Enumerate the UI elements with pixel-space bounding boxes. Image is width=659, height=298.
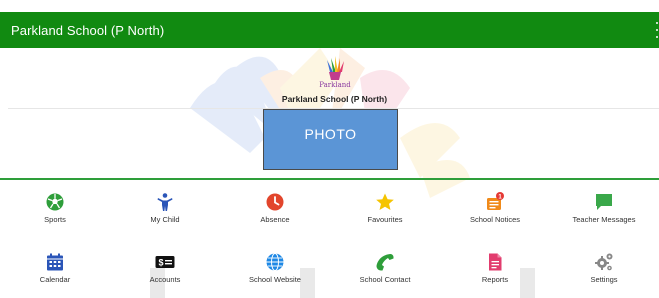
gears-icon bbox=[595, 253, 613, 271]
menu-tile-school-contact[interactable]: School Contact bbox=[330, 242, 440, 296]
app-bar: Parkland School (P North) bbox=[0, 12, 659, 48]
clock-icon bbox=[266, 193, 284, 211]
menu-tile-sports[interactable]: Sports bbox=[0, 182, 110, 236]
menu-tile-my-child[interactable]: My Child bbox=[110, 182, 220, 236]
menu-label: Teacher Messages bbox=[572, 215, 636, 224]
chat-icon bbox=[596, 194, 612, 210]
phone-icon bbox=[376, 254, 394, 271]
menu-label: Accounts bbox=[149, 275, 181, 284]
menu-tile-absence[interactable]: Absence bbox=[220, 182, 330, 236]
section-divider bbox=[0, 178, 659, 180]
menu-label: School Website bbox=[249, 275, 301, 284]
menu-tile-favourites[interactable]: Favourites bbox=[330, 182, 440, 236]
menu-tile-teacher-messages[interactable]: Teacher Messages bbox=[549, 182, 659, 236]
notices-icon: 1 bbox=[487, 192, 504, 210]
menu-tile-settings[interactable]: Settings bbox=[549, 242, 659, 296]
menu-tile-reports[interactable]: Reports bbox=[440, 242, 550, 296]
menu-label: My Child bbox=[150, 215, 180, 224]
report-icon bbox=[489, 253, 502, 271]
school-name: Parkland School (P North) bbox=[281, 94, 388, 104]
menu-label: School Notices bbox=[469, 215, 521, 224]
status-strip bbox=[0, 0, 659, 12]
child-icon bbox=[157, 193, 173, 211]
logo-text: Parkland bbox=[319, 81, 351, 89]
menu-label: School Contact bbox=[359, 275, 411, 284]
calendar-icon bbox=[47, 253, 63, 271]
svg-text:$: $ bbox=[158, 258, 163, 268]
menu-tile-school-website[interactable]: School Website bbox=[220, 242, 330, 296]
money-icon: $ bbox=[155, 256, 175, 268]
soccer-ball-icon bbox=[46, 193, 64, 211]
star-icon bbox=[376, 193, 394, 210]
menu-tile-calendar[interactable]: Calendar bbox=[0, 242, 110, 296]
menu-label: Favourites bbox=[367, 215, 403, 224]
menu-label: Settings bbox=[590, 275, 618, 284]
menu-grid: Sports My Child Absence Favourites 1 Sch… bbox=[0, 182, 659, 298]
menu-label: Calendar bbox=[39, 275, 71, 284]
menu-label: Sports bbox=[44, 215, 66, 224]
school-logo: Parkland bbox=[318, 54, 352, 92]
menu-tile-school-notices[interactable]: 1 School Notices bbox=[440, 182, 550, 236]
overflow-menu-icon[interactable] bbox=[655, 22, 659, 38]
menu-label: Reports bbox=[481, 275, 509, 284]
photo-label: PHOTO bbox=[304, 126, 357, 142]
school-photo-placeholder: PHOTO bbox=[263, 109, 398, 170]
school-header: Parkland Parkland School (P North) bbox=[0, 48, 659, 110]
app-bar-title: Parkland School (P North) bbox=[11, 22, 165, 38]
globe-icon bbox=[266, 253, 284, 271]
menu-label: Absence bbox=[260, 215, 290, 224]
menu-tile-accounts[interactable]: $ Accounts bbox=[110, 242, 220, 296]
